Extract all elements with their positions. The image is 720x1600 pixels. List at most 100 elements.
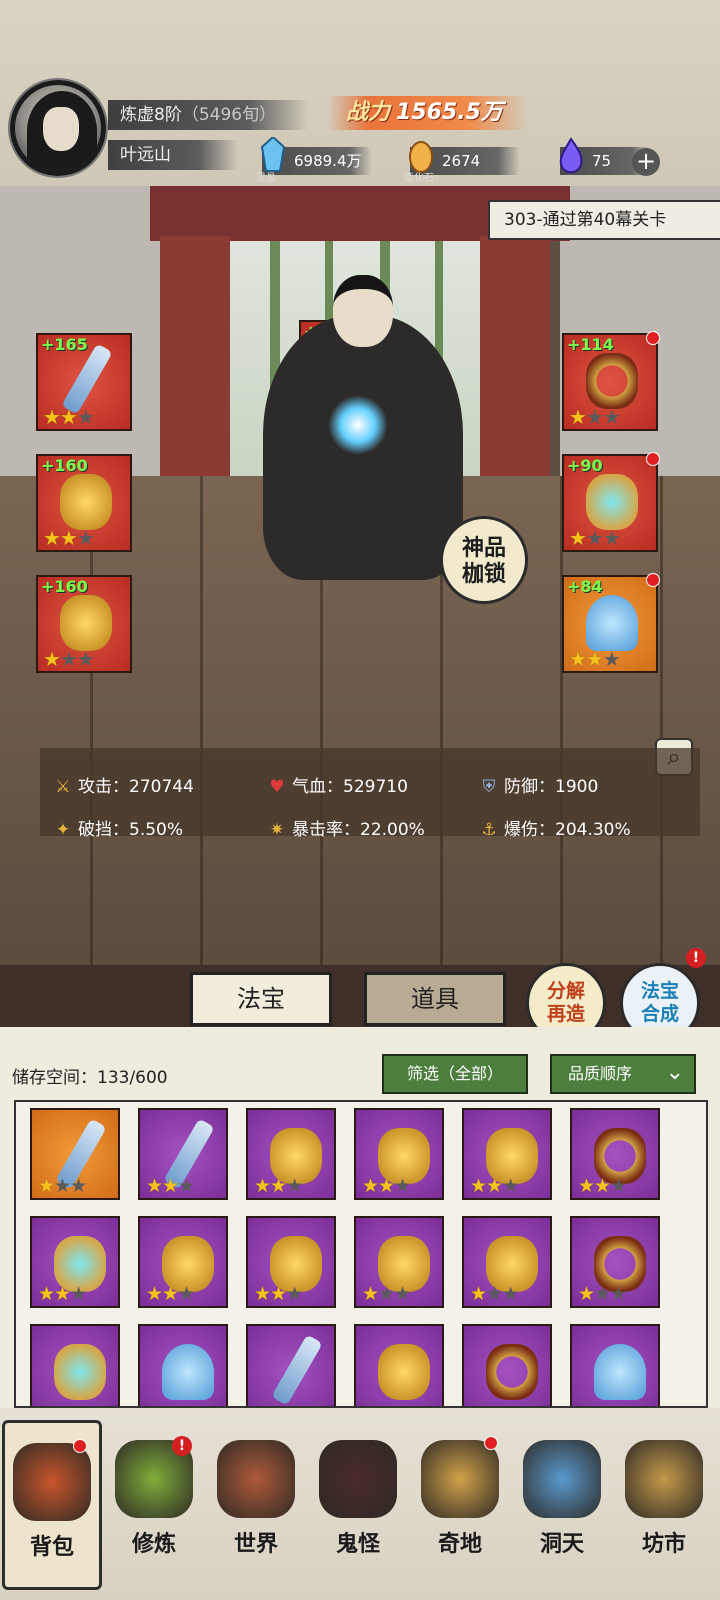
notification-dot xyxy=(73,1439,87,1453)
star-rating: ★★★ xyxy=(254,1283,303,1305)
star-rating: ★★★ xyxy=(38,1283,87,1305)
realm-extra: （5496旬） xyxy=(181,105,277,125)
equip-slot[interactable]: +114 ★★★ xyxy=(562,331,660,431)
spirit-flame-icon xyxy=(559,137,583,174)
slot-level: +90 xyxy=(567,456,603,475)
stat-hp: ♥ 气血：529710 xyxy=(266,772,408,797)
sword-icon xyxy=(271,1334,323,1406)
bracelet-icon xyxy=(594,1344,646,1400)
player-name: 叶远山 xyxy=(108,140,238,170)
star-rating: ★★★ xyxy=(569,647,621,671)
inventory-item[interactable]: ★★★ xyxy=(246,1108,336,1200)
inventory-item[interactable]: ★★★ xyxy=(570,1108,660,1200)
nav-item[interactable]: 背包 xyxy=(2,1420,102,1590)
star-rating: ★★★ xyxy=(578,1283,627,1305)
inventory-item[interactable] xyxy=(462,1324,552,1406)
necklace-icon xyxy=(586,474,638,530)
notification-dot xyxy=(646,331,660,345)
bracelet-icon xyxy=(586,595,638,651)
nav-item[interactable]: 修炼! xyxy=(104,1420,204,1590)
tab-fabao[interactable]: 法宝 xyxy=(190,972,332,1026)
nav-label: 背包 xyxy=(29,1535,74,1560)
nav-item[interactable]: 洞天 xyxy=(512,1420,612,1590)
player-avatar[interactable] xyxy=(10,80,106,176)
alert-badge: ! xyxy=(172,1436,192,1456)
stat-value: 破挡：5.50% xyxy=(78,820,184,840)
slot-level: +160 xyxy=(41,456,88,475)
chevron-down-icon: ⌄ xyxy=(665,1060,684,1085)
star-rating: ★★★ xyxy=(362,1283,411,1305)
inventory-item[interactable]: ★★★ xyxy=(138,1216,228,1308)
break-icon: ✦ xyxy=(55,820,71,840)
crit-icon: ✷ xyxy=(269,820,285,840)
market-icon xyxy=(625,1440,703,1518)
button-line: 枷锁 xyxy=(461,562,506,587)
filter-button[interactable]: 筛选（全部） xyxy=(382,1054,528,1094)
stat-value: 爆伤：204.30% xyxy=(504,820,631,840)
button-line: 神品 xyxy=(461,536,506,561)
inventory-item[interactable] xyxy=(246,1324,336,1406)
wonderland-icon xyxy=(421,1440,499,1518)
sort-dropdown[interactable]: 品质顺序 ⌄ xyxy=(550,1054,696,1094)
inventory-item[interactable]: ★★★ xyxy=(138,1108,228,1200)
stat-crit-rate: ✷ 暴击率：22.00% xyxy=(266,815,425,840)
equip-slot[interactable]: +160 ★★★ xyxy=(36,575,132,673)
divine-shackle-button[interactable]: 神品 枷锁 xyxy=(440,516,528,604)
star-rating: ★★★ xyxy=(43,526,95,550)
equip-slot[interactable]: +90 ★★★ xyxy=(562,452,660,552)
inventory-item[interactable]: ★★★ xyxy=(354,1108,444,1200)
inventory-grid[interactable]: ★★★ ★★★ ★★★ ★★★ ★★★ ★★★ ★★★ ★★★ ★★★ ★★★ ★★★ ★★★ xyxy=(14,1100,708,1408)
resource-crystal: 灵晶 6989.4万 xyxy=(256,137,372,184)
stat-attack: ⚔ 攻击：270744 xyxy=(52,772,194,797)
nav-item[interactable]: 世界 xyxy=(206,1420,306,1590)
slot-level: +84 xyxy=(567,577,603,596)
equip-slot[interactable]: +84 ★★★ xyxy=(562,573,660,673)
nav-label: 修炼 xyxy=(131,1532,176,1557)
equip-slot[interactable]: +165 ★★★ xyxy=(36,333,132,431)
inventory-item[interactable]: ★★★ xyxy=(462,1108,552,1200)
star-rating: ★★★ xyxy=(254,1175,303,1197)
notification-dot xyxy=(646,452,660,466)
world-map-icon xyxy=(217,1440,295,1518)
slot-level: +165 xyxy=(41,335,88,354)
sword-icon: ⚔ xyxy=(55,777,71,797)
notification-dot xyxy=(646,573,660,587)
ring-icon xyxy=(586,353,638,409)
inventory-item[interactable]: ★★★ xyxy=(462,1216,552,1308)
quest-banner[interactable]: 303-通过第40幕关卡 xyxy=(488,200,720,240)
tab-bar xyxy=(0,965,720,1027)
nav-item[interactable]: 坊市 xyxy=(614,1420,714,1590)
inventory-item[interactable] xyxy=(354,1324,444,1406)
equip-slot[interactable]: +160 ★★★ xyxy=(36,454,132,552)
nav-item[interactable]: 奇地 xyxy=(410,1420,510,1590)
alert-badge: ! xyxy=(686,948,706,968)
monster-egg-icon xyxy=(319,1440,397,1518)
ring-icon xyxy=(486,1344,538,1400)
inventory-item[interactable]: ★★★ xyxy=(30,1216,120,1308)
inventory-item[interactable]: ★★★ xyxy=(246,1216,336,1308)
inventory-item[interactable]: ★★★ xyxy=(30,1108,120,1200)
inventory-item[interactable] xyxy=(30,1324,120,1406)
star-rating: ★★★ xyxy=(38,1175,87,1197)
resource-value: 2674 xyxy=(442,152,481,170)
storage-capacity: 储存空间：133/600 xyxy=(12,1068,168,1088)
power-label: 战力 xyxy=(346,100,391,125)
star-rating: ★★★ xyxy=(470,1283,519,1305)
inventory-item[interactable]: ★★★ xyxy=(354,1216,444,1308)
backpack-icon xyxy=(13,1443,91,1521)
nav-item[interactable]: 鬼怪 xyxy=(308,1420,408,1590)
star-rating: ★★★ xyxy=(569,405,621,429)
inventory-item[interactable] xyxy=(138,1324,228,1406)
tab-daoju[interactable]: 道具 xyxy=(364,972,506,1026)
inventory-item[interactable]: ★★★ xyxy=(570,1216,660,1308)
stat-value: 防御：1900 xyxy=(504,777,599,797)
star-rating: ★★★ xyxy=(146,1175,195,1197)
power-value: 1565.5万 xyxy=(396,100,503,125)
inventory-item[interactable] xyxy=(570,1324,660,1406)
crit-damage-icon: ⚓ xyxy=(481,820,497,840)
add-resource-button[interactable]: + xyxy=(632,148,660,176)
nav-label: 坊市 xyxy=(641,1532,686,1557)
star-rating: ★★★ xyxy=(569,526,621,550)
button-line: 分解 xyxy=(546,980,585,1002)
notification-dot xyxy=(484,1436,498,1450)
